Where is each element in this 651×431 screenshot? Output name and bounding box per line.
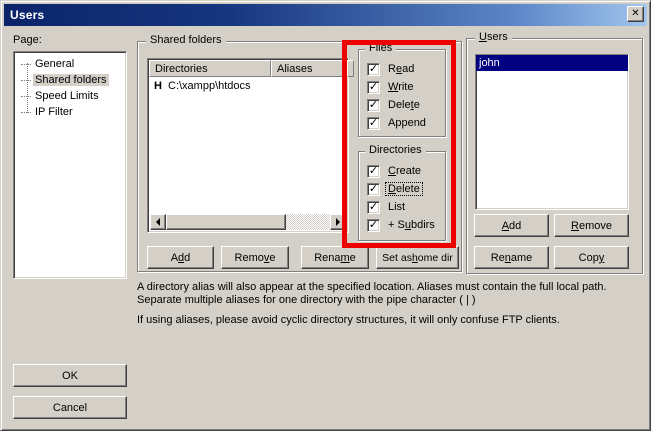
- scrollbar-track[interactable]: [286, 214, 330, 230]
- scroll-left-button[interactable]: [150, 214, 166, 230]
- tree-branch-icon: [21, 96, 31, 97]
- files-group-label: Files: [365, 42, 396, 54]
- tree-branch-icon: [21, 64, 31, 65]
- window-title: Users: [10, 8, 44, 22]
- tree-item-shared-folders[interactable]: Shared folders: [14, 72, 126, 88]
- checkbox-box[interactable]: ✓: [367, 63, 380, 76]
- checkbox-box[interactable]: ✓: [367, 99, 380, 112]
- checkbox-dirs-list[interactable]: ✓ List: [367, 200, 407, 214]
- ok-button[interactable]: OK: [13, 364, 127, 387]
- users-listbox[interactable]: john: [475, 54, 629, 210]
- close-button[interactable]: ✕: [627, 6, 644, 22]
- checkmark-icon: ✓: [369, 166, 378, 177]
- checkbox-box[interactable]: ✓: [367, 183, 380, 196]
- user-copy-button[interactable]: Copy: [554, 246, 629, 269]
- checkmark-icon: ✓: [369, 184, 378, 195]
- alias-help-text: A directory alias will also appear at th…: [137, 281, 645, 307]
- tree-item-general[interactable]: General: [14, 56, 126, 72]
- checkmark-icon: ✓: [369, 220, 378, 231]
- tree-branch-icon: [21, 80, 31, 81]
- page-tree: General Shared folders Speed Limits IP F…: [13, 51, 127, 279]
- folder-rename-button[interactable]: Rename: [301, 246, 369, 269]
- column-header-aliases[interactable]: Aliases: [271, 60, 347, 77]
- checkbox-box[interactable]: ✓: [367, 165, 380, 178]
- column-header-directories[interactable]: Directories: [149, 60, 271, 77]
- checkbox-dirs-subdirs[interactable]: ✓ + Subdirs: [367, 218, 437, 232]
- checkbox-files-write[interactable]: ✓ Write: [367, 80, 415, 94]
- tree-item-ip-filter[interactable]: IP Filter: [14, 104, 126, 120]
- cyclic-warning-text: If using aliases, please avoid cyclic di…: [137, 314, 645, 327]
- home-dir-flag: H: [154, 80, 168, 92]
- set-as-home-dir-button[interactable]: Set as home dir: [376, 246, 459, 269]
- cancel-button[interactable]: Cancel: [13, 396, 127, 419]
- checkbox-files-delete[interactable]: ✓ Delete: [367, 98, 422, 112]
- column-header-filler: [347, 60, 354, 77]
- tree-item-speed-limits[interactable]: Speed Limits: [14, 88, 126, 104]
- checkbox-box[interactable]: ✓: [367, 81, 380, 94]
- directory-path: C:\xampp\htdocs: [168, 80, 251, 92]
- users-group-label: Users: [475, 31, 512, 43]
- checkmark-icon: ✓: [369, 82, 378, 93]
- close-icon: ✕: [631, 9, 639, 19]
- folder-remove-button[interactable]: Remove: [221, 246, 289, 269]
- list-item-user-john[interactable]: john: [476, 55, 628, 71]
- tree-branch-icon: [21, 112, 31, 113]
- checkbox-dirs-delete[interactable]: ✓ Delete: [367, 182, 422, 196]
- user-rename-button[interactable]: Rename: [474, 246, 549, 269]
- arrow-right-icon: [336, 218, 340, 226]
- page-label: Page:: [13, 34, 42, 46]
- checkbox-files-read[interactable]: ✓ Read: [367, 62, 416, 76]
- checkmark-icon: ✓: [369, 118, 378, 129]
- checkbox-files-append[interactable]: ✓ Append: [367, 116, 428, 130]
- arrow-left-icon: [156, 218, 160, 226]
- checkbox-box[interactable]: ✓: [367, 117, 380, 130]
- checkbox-box[interactable]: ✓: [367, 219, 380, 232]
- checkmark-icon: ✓: [369, 100, 378, 111]
- titlebar[interactable]: Users: [4, 4, 647, 26]
- checkmark-icon: ✓: [369, 202, 378, 213]
- checkbox-dirs-create[interactable]: ✓ Create: [367, 164, 423, 178]
- checkmark-icon: ✓: [369, 64, 378, 75]
- directories-listview: Directories Aliases H C:\xampp\htdocs: [147, 58, 349, 233]
- users-dialog: Users ✕ Page: General Shared folders Spe…: [0, 0, 651, 431]
- listview-header: Directories Aliases: [149, 60, 347, 77]
- checkbox-box[interactable]: ✓: [367, 201, 380, 214]
- directories-group-label: Directories: [365, 144, 426, 156]
- shared-folders-group-label: Shared folders: [146, 34, 226, 46]
- table-row[interactable]: H C:\xampp\htdocs: [150, 78, 346, 93]
- horizontal-scrollbar[interactable]: [150, 214, 346, 230]
- user-remove-button[interactable]: Remove: [554, 214, 629, 237]
- folder-add-button[interactable]: Add: [147, 246, 214, 269]
- user-add-button[interactable]: Add: [474, 214, 549, 237]
- scrollbar-thumb[interactable]: [166, 214, 286, 230]
- scroll-right-button[interactable]: [330, 214, 346, 230]
